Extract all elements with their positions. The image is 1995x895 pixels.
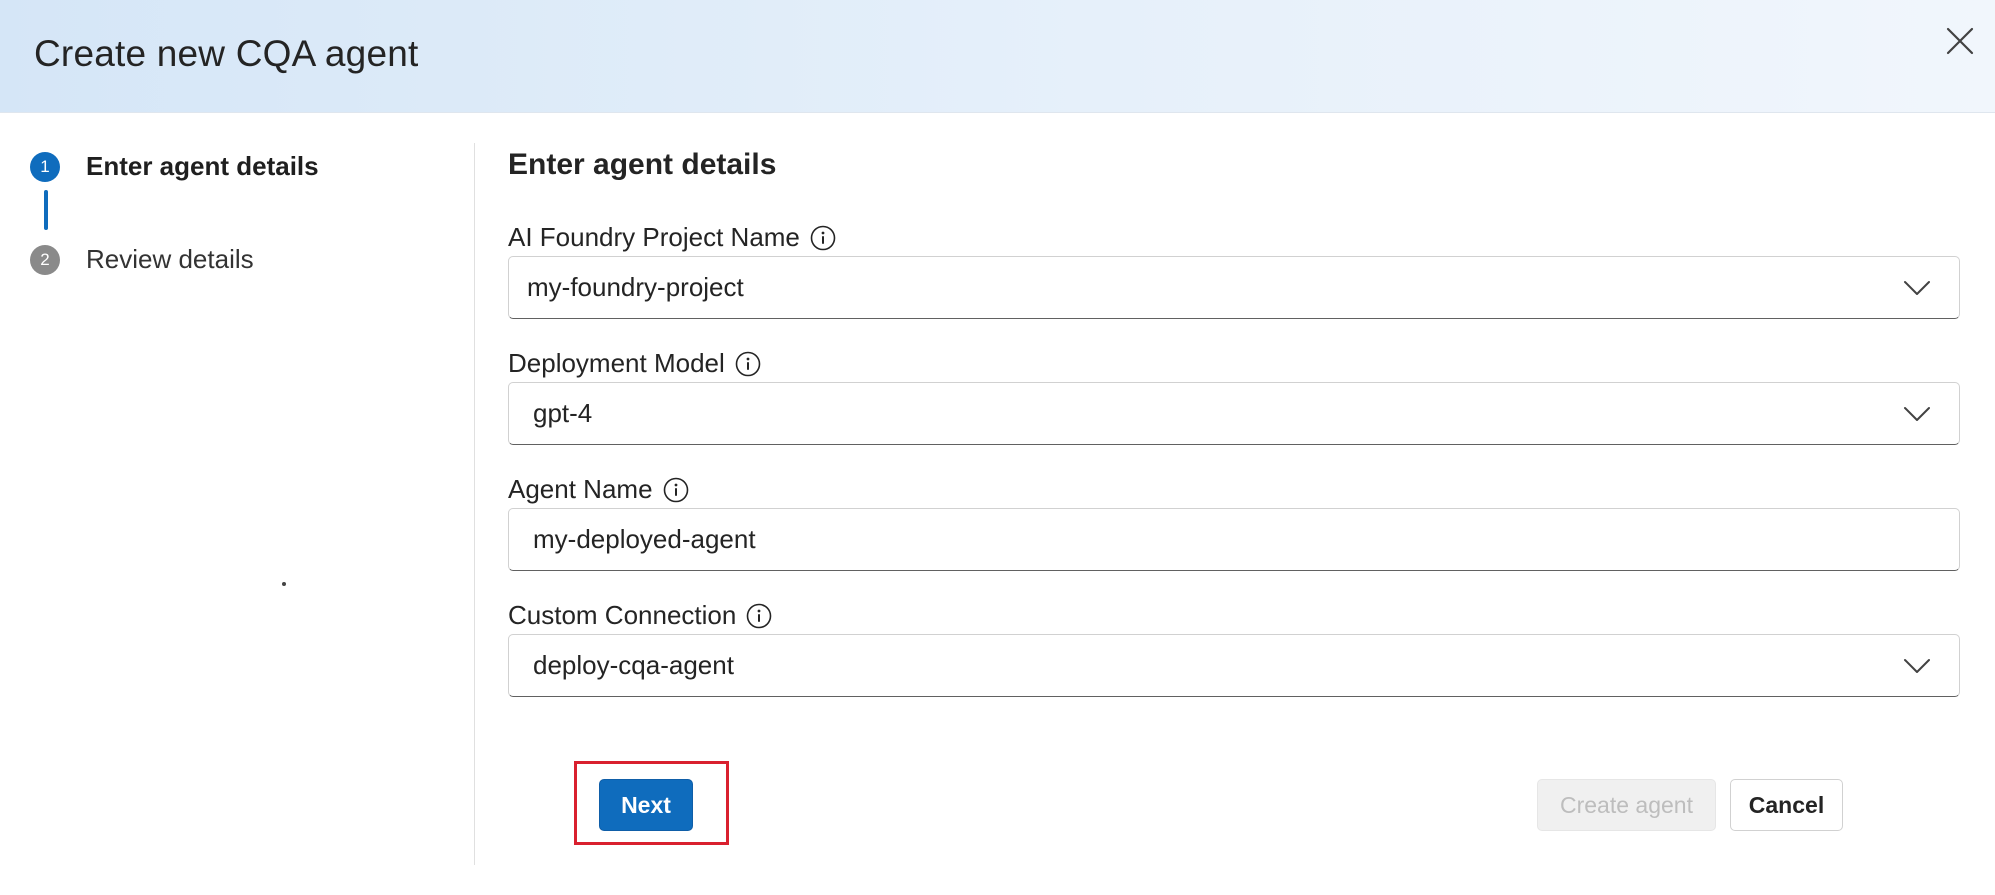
info-icon[interactable] <box>735 351 761 377</box>
wizard-steps <box>0 113 475 895</box>
custom-connection-label: Custom Connection <box>508 600 772 631</box>
deployment-model-label: Deployment Model <box>508 348 761 379</box>
info-icon[interactable] <box>746 603 772 629</box>
project-name-dropdown[interactable]: my-foundry-project <box>508 256 1960 319</box>
create-agent-dialog: Create new CQA agent 1 Enter agent detai… <box>0 0 1995 895</box>
agent-name-field[interactable] <box>508 508 1960 571</box>
step-connector <box>44 190 48 230</box>
project-name-label: AI Foundry Project Name <box>508 222 836 253</box>
deployment-model-dropdown[interactable]: gpt-4 <box>508 382 1960 445</box>
vertical-divider <box>474 143 475 865</box>
dialog-title: Create new CQA agent <box>34 33 419 74</box>
agent-name-label: Agent Name <box>508 474 689 505</box>
step-1-indicator: 1 <box>30 152 60 182</box>
deployment-model-label-text: Deployment Model <box>508 348 725 378</box>
custom-connection-value: deploy-cqa-agent <box>533 650 734 680</box>
agent-name-input[interactable] <box>509 524 1959 555</box>
info-icon[interactable] <box>663 477 689 503</box>
dialog-header: Create new CQA agent <box>0 0 1995 113</box>
deployment-model-value: gpt-4 <box>533 398 593 428</box>
project-name-value: my-foundry-project <box>527 272 744 302</box>
cancel-button[interactable]: Cancel <box>1730 779 1843 831</box>
step-2-indicator: 2 <box>30 245 60 275</box>
custom-connection-label-text: Custom Connection <box>508 600 737 630</box>
info-icon[interactable] <box>810 225 836 251</box>
step-review-details[interactable]: Review details <box>86 244 254 275</box>
create-agent-button[interactable]: Create agent <box>1537 779 1716 831</box>
section-title: Enter agent details <box>508 148 777 181</box>
step-enter-agent-details[interactable]: Enter agent details <box>86 151 319 182</box>
stray-dot <box>282 582 286 586</box>
chevron-down-icon <box>1899 396 1935 432</box>
close-button[interactable] <box>1939 20 1981 62</box>
chevron-down-icon <box>1899 648 1935 684</box>
custom-connection-dropdown[interactable]: deploy-cqa-agent <box>508 634 1960 697</box>
close-icon <box>1946 27 1974 55</box>
project-name-label-text: AI Foundry Project Name <box>508 222 800 252</box>
agent-name-label-text: Agent Name <box>508 474 653 504</box>
next-button[interactable]: Next <box>599 779 693 831</box>
chevron-down-icon <box>1899 270 1935 306</box>
